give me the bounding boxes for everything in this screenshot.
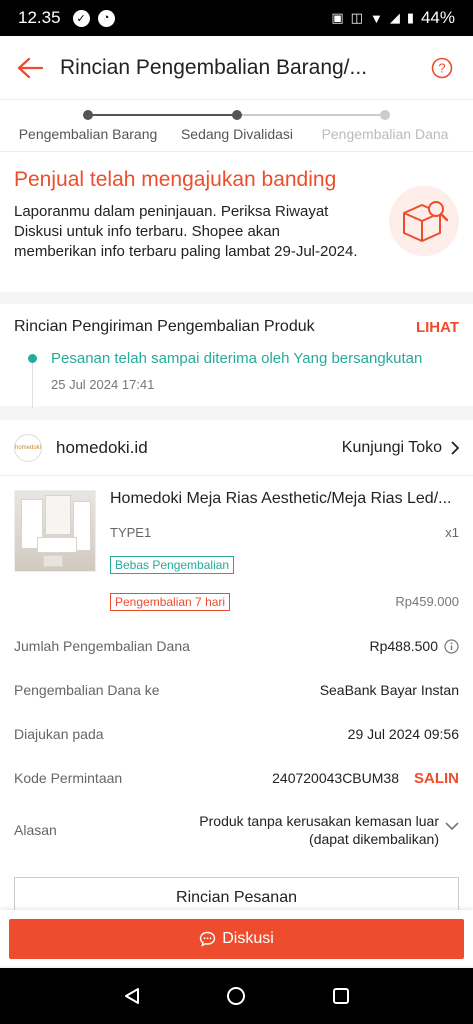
product-item[interactable]: Homedoki Meja Rias Aesthetic/Meja Rias L… bbox=[0, 476, 473, 611]
reason-label: Alasan bbox=[14, 822, 57, 838]
refund-destination-row: Pengembalian Dana ke SeaBank Bayar Insta… bbox=[0, 668, 473, 712]
back-arrow-icon bbox=[17, 57, 43, 78]
status-icons: ▣ ◫ ▼ ◢ ▮ 44% bbox=[331, 8, 455, 28]
progress-stepper: Pengembalian Barang Sedang Divalidasi Pe… bbox=[0, 100, 473, 152]
help-button[interactable]: ? bbox=[412, 36, 472, 100]
shop-logo: homedoki bbox=[14, 433, 42, 462]
vibrate-icon: ◫ bbox=[350, 10, 363, 25]
status-bar: 12.35 ✓ ◔ ▣ ◫ ▼ ◢ ▮ 44% bbox=[0, 0, 473, 36]
wifi-icon: ▼ bbox=[369, 10, 383, 26]
discussion-label: Diskusi bbox=[222, 930, 274, 947]
status-card: Penjual telah mengajukan banding Laporan… bbox=[0, 152, 473, 292]
step-dot-2 bbox=[232, 110, 242, 120]
refund-amount-row: Jumlah Pengembalian Dana Rp488.500 bbox=[0, 624, 473, 668]
return-days-badge: Pengembalian 7 hari bbox=[110, 593, 231, 611]
step-connector-pending bbox=[237, 114, 385, 116]
product-price: Rp459.000 bbox=[395, 594, 459, 609]
detail-rows: Jumlah Pengembalian Dana Rp488.500 Penge… bbox=[0, 624, 473, 860]
status-title: Penjual telah mengajukan banding bbox=[14, 168, 337, 191]
nav-recents-icon[interactable] bbox=[332, 987, 350, 1005]
page-title: Rincian Pengembalian Barang/... bbox=[60, 55, 368, 79]
battery-icon: ▮ bbox=[406, 10, 414, 25]
info-icon[interactable] bbox=[444, 638, 459, 654]
reason-value: Produk tanpa kerusakan kemasan luar (dap… bbox=[199, 813, 439, 847]
check-circle-icon: ✓ bbox=[72, 9, 90, 27]
timeline-dot bbox=[28, 354, 37, 363]
shipping-section: Rincian Pengiriman Pengembalian Produk L… bbox=[0, 304, 473, 408]
refund-amount-value: Rp488.500 bbox=[369, 638, 438, 654]
free-return-badge: Bebas Pengembalian bbox=[110, 556, 235, 574]
shop-row: homedoki homedoki.id Kunjungi Toko bbox=[0, 420, 473, 476]
discussion-button[interactable]: Diskusi bbox=[9, 919, 464, 959]
view-shipping-link[interactable]: LIHAT bbox=[416, 319, 459, 336]
hd-voice-icon: ▣ bbox=[331, 10, 344, 25]
refund-destination-value: SeaBank Bayar Instan bbox=[319, 682, 459, 698]
product-thumbnail bbox=[14, 490, 96, 572]
product-variant: TYPE1 bbox=[110, 525, 152, 540]
product-quantity: x1 bbox=[445, 525, 459, 540]
step-label-1: Pengembalian Barang bbox=[18, 126, 158, 142]
step-dot-3 bbox=[380, 110, 390, 120]
step-label-2: Sedang Divalidasi bbox=[180, 126, 294, 142]
submitted-value: 29 Jul 2024 09:56 bbox=[347, 726, 459, 742]
visit-shop-button[interactable]: Kunjungi Toko bbox=[342, 439, 459, 457]
shipping-title: Rincian Pengiriman Pengembalian Produk bbox=[14, 318, 315, 335]
top-app-bar: Rincian Pengembalian Barang/... ? bbox=[0, 36, 473, 100]
chat-bubble-icon bbox=[200, 931, 216, 947]
step-dot-1 bbox=[83, 110, 93, 120]
chevron-right-icon bbox=[451, 440, 459, 455]
step-label-3: Pengembalian Dana bbox=[321, 126, 449, 142]
system-nav-bar bbox=[0, 968, 473, 1024]
product-name: Homedoki Meja Rias Aesthetic/Meja Rias L… bbox=[110, 490, 452, 507]
request-code-label: Kode Permintaan bbox=[14, 770, 123, 786]
battery-percent: 44% bbox=[420, 8, 455, 27]
nav-home-icon[interactable] bbox=[226, 986, 246, 1006]
refund-destination-label: Pengembalian Dana ke bbox=[14, 682, 160, 698]
svg-text:?: ? bbox=[438, 60, 445, 75]
submitted-label: Diajukan pada bbox=[14, 726, 104, 742]
request-code-row: Kode Permintaan 240720043CBUM38 SALIN bbox=[0, 756, 473, 800]
help-icon: ? bbox=[431, 57, 453, 78]
timeline-line bbox=[32, 362, 33, 408]
chevron-down-icon bbox=[445, 822, 459, 831]
shop-name: homedoki.id bbox=[56, 437, 148, 457]
visit-shop-label: Kunjungi Toko bbox=[341, 438, 442, 456]
bottom-action-bar: Diskusi bbox=[0, 910, 473, 966]
step-connector-done bbox=[88, 114, 236, 116]
back-button[interactable] bbox=[0, 36, 60, 100]
shipping-event-text: Pesanan telah sampai diterima oleh Yang … bbox=[51, 350, 423, 367]
package-search-icon bbox=[389, 186, 459, 256]
return-details-card: homedoki homedoki.id Kunjungi Toko Homed… bbox=[0, 420, 473, 865]
chat-app-icon: ◔ bbox=[97, 9, 115, 27]
nav-back-icon[interactable] bbox=[123, 987, 141, 1005]
request-code-value: 240720043CBUM38 bbox=[272, 770, 399, 786]
status-description: Laporanmu dalam peninjauan. Periksa Riwa… bbox=[14, 203, 358, 260]
shipping-event-time: 25 Jul 2024 17:41 bbox=[51, 377, 155, 392]
signal-icon: ◢ bbox=[389, 10, 400, 25]
reason-row[interactable]: Alasan Produk tanpa kerusakan kemasan lu… bbox=[0, 800, 473, 860]
copy-code-button[interactable]: SALIN bbox=[414, 770, 459, 787]
submitted-row: Diajukan pada 29 Jul 2024 09:56 bbox=[0, 712, 473, 756]
refund-amount-label: Jumlah Pengembalian Dana bbox=[14, 638, 190, 654]
status-time: 12.35 bbox=[18, 8, 61, 27]
